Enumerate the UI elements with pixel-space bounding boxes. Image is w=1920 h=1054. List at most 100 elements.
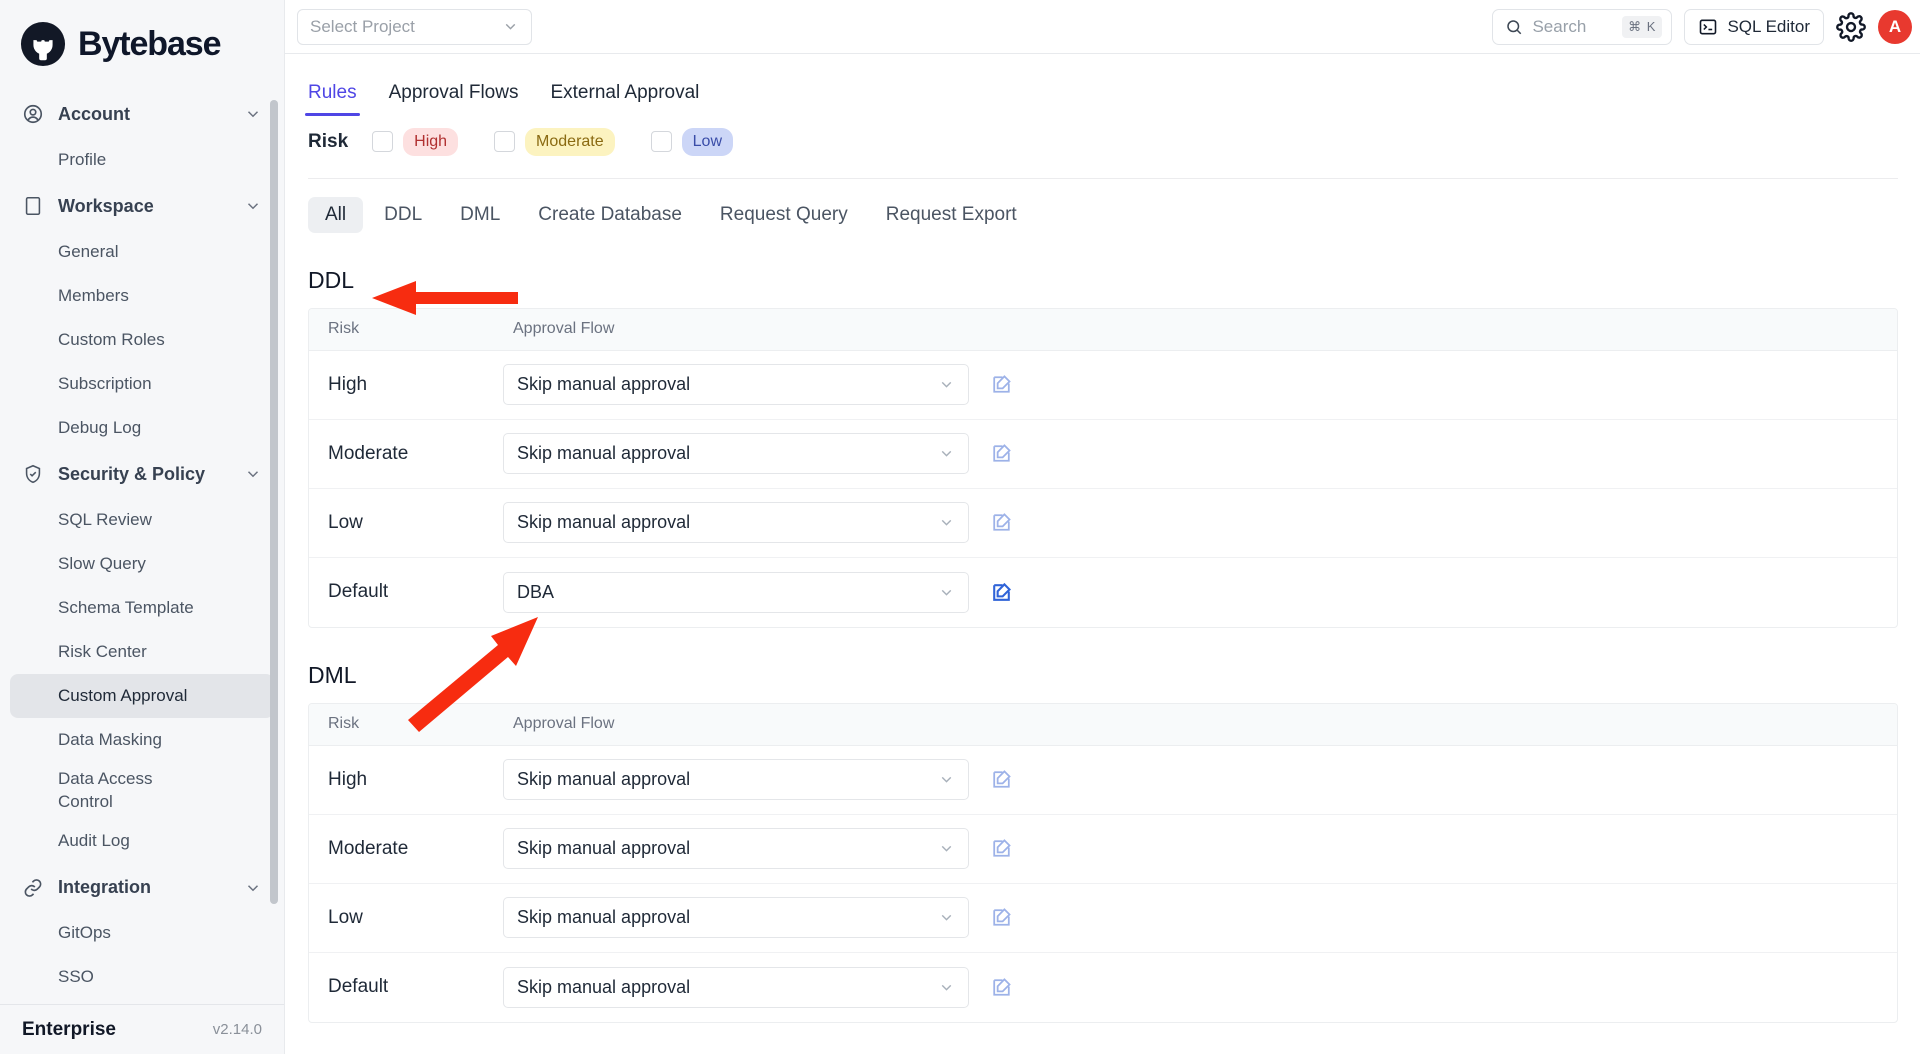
table-row: Moderate Skip manual approval [309,420,1897,489]
type-tab-request-query[interactable]: Request Query [703,197,865,233]
approval-flow-select[interactable]: Skip manual approval [503,759,969,800]
chevron-down-icon [244,465,262,483]
sidebar-group-security-policy[interactable]: Security & Policy [10,450,274,498]
cell-risk: Default [309,581,503,603]
sidebar-item-label: Data Access Control [58,768,166,814]
sidebar-item-label: Debug Log [58,417,141,440]
approval-flow-select[interactable]: Skip manual approval [503,828,969,869]
sidebar-item-sql-review[interactable]: SQL Review [10,498,274,542]
brand-logo[interactable]: Bytebase [0,0,284,88]
sidebar-item-schema-template[interactable]: Schema Template [10,586,274,630]
table-row: Low Skip manual approval [309,489,1897,558]
sql-editor-label: SQL Editor [1727,17,1810,37]
sidebar-item-label: Data Masking [58,729,162,752]
sidebar-item-data-access-control[interactable]: Data Access Control [10,762,178,820]
sidebar-item-gitops[interactable]: GitOps [10,912,274,956]
table-row: High Skip manual approval [309,746,1897,815]
tab-rules[interactable]: Rules [297,76,368,116]
sql-editor-button[interactable]: SQL Editor [1684,9,1824,45]
approval-flow-select[interactable]: Skip manual approval [503,967,969,1008]
table-row: Low Skip manual approval [309,884,1897,953]
type-tab-ddl[interactable]: DDL [367,197,439,233]
topbar: Select Project Search ⌘ K S [285,0,1920,54]
sidebar-item-subscription[interactable]: Subscription [10,362,274,406]
sidebar-group-workspace[interactable]: Workspace [10,182,274,230]
sidebar-item-label: GitOps [58,922,111,945]
app-version: v2.14.0 [213,1021,262,1038]
edit-icon[interactable] [989,836,1014,861]
sidebar-item-custom-approval[interactable]: Custom Approval [10,674,274,718]
chevron-down-icon [938,771,955,788]
sidebar-item-data-masking[interactable]: Data Masking [10,718,274,762]
approval-table-ddl: Risk Approval Flow High Skip manual appr… [308,308,1898,628]
tab-label: External Approval [550,82,699,103]
type-tab-label: Request Query [720,204,848,225]
type-tab-label: DDL [384,204,422,225]
edit-icon[interactable] [989,510,1014,535]
sidebar-item-custom-roles[interactable]: Custom Roles [10,318,274,362]
sidebar-item-debug-log[interactable]: Debug Log [10,406,274,450]
sidebar-item-label: Custom Approval [58,685,187,708]
approval-flow-value: Skip manual approval [517,838,938,859]
risk-option-low[interactable]: Low [651,128,733,156]
cell-approval-flow: Skip manual approval [503,364,1897,405]
approval-flow-select[interactable]: Skip manual approval [503,897,969,938]
sidebar-item-profile[interactable]: Profile [10,138,274,182]
section-dml: DML Risk Approval Flow High Skip manual … [297,628,1898,1023]
sidebar-group-account[interactable]: Account [10,90,274,138]
approval-flow-select[interactable]: Skip manual approval [503,433,969,474]
approval-flow-select[interactable]: Skip manual approval [503,502,969,543]
table-header: Risk Approval Flow [309,704,1897,746]
risk-option-moderate[interactable]: Moderate [494,128,615,156]
sidebar-scrollbar-thumb[interactable] [270,100,278,904]
approval-table-dml: Risk Approval Flow High Skip manual appr… [308,703,1898,1023]
sidebar-item-slow-query[interactable]: Slow Query [10,542,274,586]
cell-approval-flow: Skip manual approval [503,897,1897,938]
sidebar-scrollbar[interactable] [270,100,278,904]
chevron-down-icon [938,376,955,393]
risk-checkbox-moderate[interactable] [494,131,515,152]
approval-flow-select[interactable]: DBA [503,572,969,613]
column-header-approval-flow: Approval Flow [503,320,1897,338]
project-select[interactable]: Select Project [297,9,532,45]
type-tab-request-export[interactable]: Request Export [869,197,1034,233]
type-tab-label: All [325,204,346,225]
brand-name: Bytebase [78,27,220,61]
edit-icon[interactable] [989,905,1014,930]
sidebar-item-label: General [58,241,118,264]
table-row: Moderate Skip manual approval [309,815,1897,884]
type-tab-dml[interactable]: DML [443,197,517,233]
sidebar-item-label: Custom Roles [58,329,165,352]
risk-badge-low[interactable]: Low [682,128,733,156]
type-tab-all[interactable]: All [308,197,363,233]
cell-approval-flow: Skip manual approval [503,967,1897,1008]
type-tab-label: Request Export [886,204,1017,225]
risk-option-high[interactable]: High [372,128,458,156]
edit-icon[interactable] [989,372,1014,397]
sidebar-item-audit-log[interactable]: Audit Log [10,820,274,864]
sidebar-item-general[interactable]: General [10,230,274,274]
gear-icon[interactable] [1836,12,1866,42]
tab-external-approval[interactable]: External Approval [539,76,710,116]
sidebar-item-members[interactable]: Members [10,274,274,318]
search-input[interactable]: Search ⌘ K [1492,9,1672,45]
risk-badge-high[interactable]: High [403,128,458,156]
approval-flow-select[interactable]: Skip manual approval [503,364,969,405]
risk-filter: Risk High Moderate Low [297,116,1898,156]
avatar[interactable]: A [1878,10,1912,44]
sidebar-item-sso[interactable]: SSO [10,956,274,1000]
type-tab-create-database[interactable]: Create Database [521,197,699,233]
risk-badge-moderate[interactable]: Moderate [525,128,615,156]
risk-checkbox-high[interactable] [372,131,393,152]
edit-icon[interactable] [989,767,1014,792]
sidebar-group-label: Account [58,104,230,125]
chevron-down-icon [938,514,955,531]
tab-approval-flows[interactable]: Approval Flows [378,76,530,116]
edit-icon[interactable] [989,580,1014,605]
sidebar-group-integration[interactable]: Integration [10,864,274,912]
edit-icon[interactable] [989,441,1014,466]
sidebar-group-label: Security & Policy [58,464,230,485]
sidebar-item-risk-center[interactable]: Risk Center [10,630,274,674]
edit-icon[interactable] [989,975,1014,1000]
risk-checkbox-low[interactable] [651,131,672,152]
